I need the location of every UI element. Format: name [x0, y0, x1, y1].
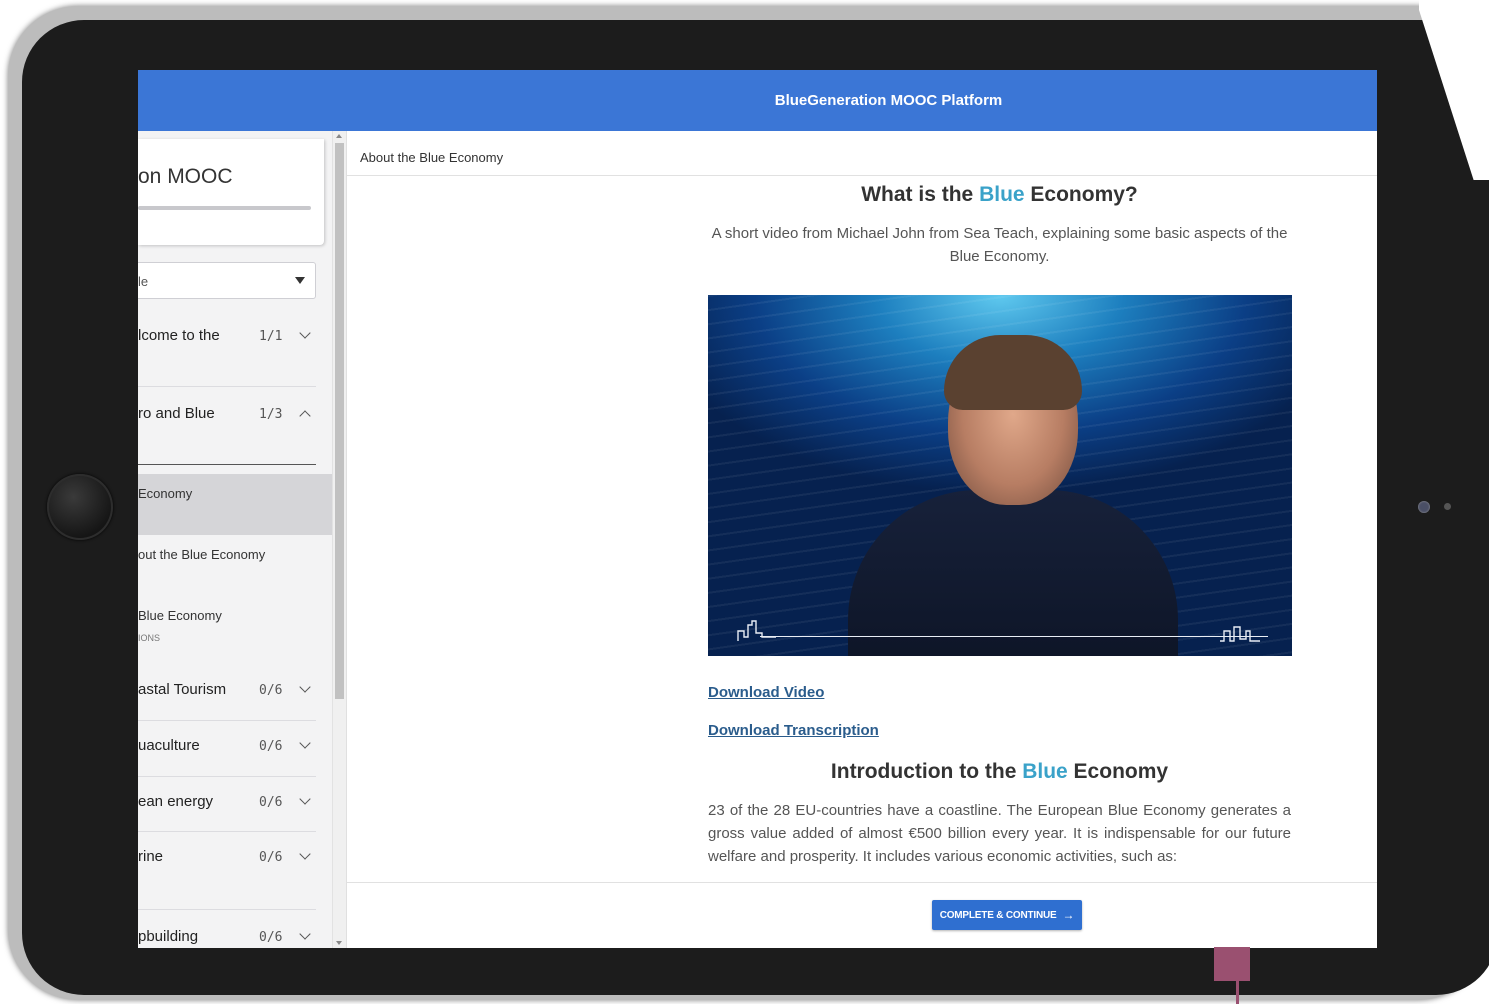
lesson-label: Blue Economy	[138, 608, 222, 623]
heading-accent: Blue	[979, 183, 1025, 206]
chevron-down-icon[interactable]	[299, 737, 311, 749]
section-progress: 0/6	[259, 930, 283, 945]
video-player[interactable]	[708, 295, 1292, 656]
section-progress: 0/6	[259, 850, 283, 865]
arrow-right-icon: →	[1062, 908, 1075, 922]
section-heading: Introduction to the Blue Economy	[708, 760, 1291, 784]
video-presenter-body	[848, 490, 1178, 656]
city-logo-icon	[737, 620, 776, 641]
video-waveline	[760, 636, 1268, 637]
button-label: COMPLETE & CONTINUE	[939, 909, 1057, 921]
section-label: uaculture	[138, 737, 200, 754]
sensor-icon	[1444, 503, 1451, 510]
section-progress: 0/6	[259, 683, 283, 698]
city-logo-icon	[1220, 626, 1260, 642]
section-label: pbuilding	[138, 928, 199, 945]
download-transcription-link[interactable]: Download Transcription	[708, 722, 879, 739]
screen: BlueGeneration MOOC Platform on MOOC le …	[138, 70, 1377, 948]
chevron-down-icon[interactable]	[299, 681, 311, 693]
section-label: lcome to the	[138, 327, 220, 344]
sidebar-section-aquaculture[interactable]: uaculture 0/6	[138, 721, 316, 776]
section-label: ean energy	[138, 793, 214, 810]
top-bar: BlueGeneration MOOC Platform	[138, 70, 1377, 131]
sidebar-section-welcome[interactable]: lcome to the 1/1	[138, 309, 316, 387]
module-select[interactable]: le	[138, 262, 316, 299]
divider	[138, 464, 316, 465]
download-video-link[interactable]: Download Video	[708, 684, 824, 701]
lesson-title: About the Blue Economy	[347, 137, 1377, 176]
video-description: A short video from Michael John from Sea…	[711, 225, 1288, 265]
section-progress: 0/6	[259, 739, 283, 754]
section-progress: 1/1	[259, 329, 283, 344]
module-select-value: le	[138, 274, 149, 289]
lesson-item[interactable]: Blue Economy IONS	[138, 596, 332, 658]
chevron-down-icon[interactable]	[299, 327, 311, 339]
sidebar-section-coastal-tourism[interactable]: astal Tourism 0/6	[138, 665, 316, 720]
sidebar-scrollbar[interactable]	[332, 131, 347, 948]
sidebar-section-marine[interactable]: rine 0/6	[138, 832, 316, 910]
video-presenter-hair	[944, 335, 1082, 410]
course-progress-bar	[138, 206, 311, 210]
annotation-marker-line	[1236, 981, 1239, 1004]
complete-continue-button[interactable]: COMPLETE & CONTINUE →	[932, 900, 1082, 930]
sidebar-section-intro-blue[interactable]: ro and Blue 1/3	[138, 387, 316, 465]
lesson-item[interactable]: out the Blue Economy	[138, 535, 332, 596]
section-progress: 0/6	[259, 795, 283, 810]
section-label: rine	[138, 848, 164, 865]
lesson-content: About the Blue Economy What is the Blue …	[346, 131, 1377, 948]
lesson-type: IONS	[138, 633, 161, 643]
annotation-marker	[1214, 947, 1250, 981]
section-progress: 1/3	[259, 407, 283, 422]
section-label: ro and Blue	[138, 405, 215, 422]
heading-text: What is the	[861, 183, 980, 206]
lesson-item-active[interactable]: Economy	[138, 474, 332, 535]
app-title: BlueGeneration MOOC Platform	[774, 92, 1003, 109]
sidebar-section-ocean-energy[interactable]: ean energy 0/6	[138, 777, 316, 832]
scroll-up-icon[interactable]	[336, 134, 342, 138]
course-title: on MOOC	[138, 165, 233, 188]
home-button[interactable]	[47, 474, 113, 540]
sidebar-section-shipbuilding[interactable]: pbuilding 0/6	[138, 910, 316, 948]
heading-accent: Blue	[1022, 760, 1068, 783]
heading-text: Introduction to the	[830, 760, 1023, 783]
chevron-down-icon[interactable]	[299, 793, 311, 805]
course-sidebar: on MOOC le lcome to the 1/1 ro and Blue …	[138, 131, 332, 948]
camera-icon	[1418, 501, 1430, 513]
chevron-up-icon[interactable]	[299, 410, 311, 422]
scroll-down-icon[interactable]	[336, 941, 342, 945]
lesson-label: Economy	[138, 486, 193, 501]
caret-down-icon	[295, 277, 305, 284]
section-label: astal Tourism	[138, 681, 227, 698]
heading-text: Economy?	[1024, 183, 1138, 206]
body-paragraph: 23 of the 28 EU-countries have a coastli…	[708, 802, 1291, 865]
chevron-down-icon[interactable]	[299, 848, 311, 860]
lesson-footer: COMPLETE & CONTINUE →	[347, 882, 1377, 948]
course-card: on MOOC	[138, 139, 324, 245]
section-heading: What is the Blue Economy?	[708, 183, 1291, 207]
scrollbar-thumb[interactable]	[335, 143, 344, 699]
chevron-down-icon[interactable]	[299, 928, 311, 940]
lesson-label: out the Blue Economy	[138, 547, 266, 562]
heading-text: Economy	[1067, 760, 1169, 783]
